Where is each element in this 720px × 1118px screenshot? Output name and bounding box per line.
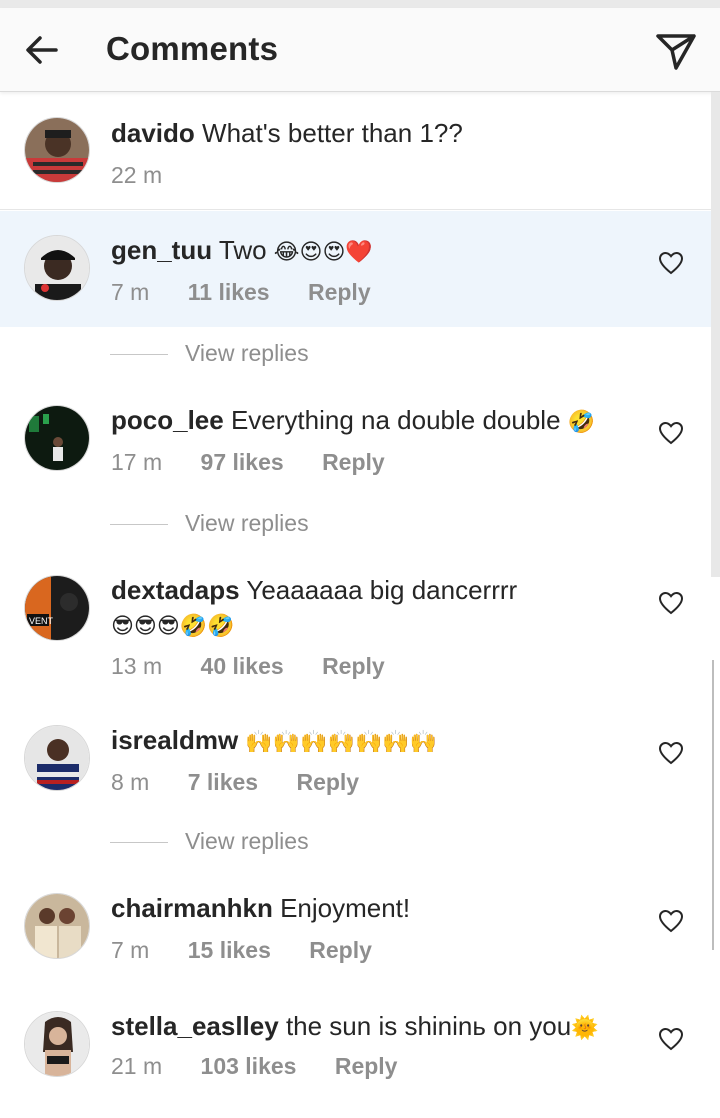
emoji: 🌞 [571, 1015, 599, 1040]
arrow-left-icon [26, 36, 58, 64]
username[interactable]: poco_lee [111, 405, 224, 435]
avatar-text: VENT [29, 616, 54, 626]
comment-meta: 21 m 103 likes Reply [111, 1053, 429, 1080]
likes-count[interactable]: 11 likes [188, 279, 270, 306]
comment-row: chairmanhkn Enjoyment! 7 m 15 likes Repl… [0, 871, 720, 987]
comment-meta: 8 m 7 likes Reply [111, 769, 391, 796]
view-replies-label: View replies [185, 510, 309, 536]
comment-text: gen_tuu Two 😂😍😍❤️ [111, 233, 621, 269]
comment-body: Yeaaaaaa big dancerrrr [246, 575, 518, 605]
timestamp: 7 m [111, 937, 150, 963]
emoji: 🙌🙌🙌🙌🙌🙌🙌 [245, 729, 438, 754]
comment-text: chairmanhkn Enjoyment! [111, 891, 621, 925]
comment-body: Enjoyment! [280, 893, 411, 923]
caption-text: davido What's better than 1?? [111, 116, 621, 150]
comment-text: poco_lee Everything na double double 🤣 [111, 403, 621, 439]
caption: davido What's better than 1?? 22 m [0, 93, 720, 210]
comment-row: gen_tuu Two 😂😍😍❤️ 7 m 11 likes Reply [0, 211, 720, 327]
comment-body: What's better than 1?? [202, 118, 463, 148]
comment-row: isrealdmw 🙌🙌🙌🙌🙌🙌🙌 8 m 7 likes Reply [0, 701, 720, 819]
avatar[interactable] [24, 405, 90, 471]
comment-text: stella_easlley the sun is shininь on you… [111, 1009, 621, 1045]
heart-icon[interactable] [657, 589, 685, 617]
emoji: 🤣 [567, 409, 596, 434]
view-replies-button[interactable]: View replies [110, 828, 410, 858]
heart-icon[interactable] [657, 249, 685, 277]
timestamp: 22 m [111, 162, 163, 188]
comment-row: poco_lee Everything na double double 🤣 1… [0, 381, 720, 497]
header-bar: Comments [0, 8, 720, 92]
reply-button[interactable]: Reply [309, 937, 372, 964]
likes-count[interactable]: 40 likes [201, 653, 284, 680]
comment-meta: 7 m 11 likes Reply [111, 279, 403, 306]
comment-row: VENT dextadaps Yeaaaaaa big dancerrrr 😎😎😎… [0, 551, 720, 701]
username[interactable]: chairmanhkn [111, 893, 273, 923]
username[interactable]: gen_tuu [111, 235, 212, 265]
avatar[interactable]: VENT [24, 575, 90, 641]
avatar[interactable] [24, 117, 90, 183]
comment-meta: 13 m 40 likes Reply [111, 653, 417, 680]
timestamp: 7 m [111, 279, 150, 305]
back-button[interactable] [22, 30, 62, 70]
view-replies-button[interactable]: View replies [110, 340, 410, 370]
comment-body: Two [218, 235, 267, 265]
timestamp: 17 m [111, 449, 163, 475]
view-replies-label: View replies [185, 828, 309, 854]
page-title: Comments [106, 30, 279, 67]
username[interactable]: dextadaps [111, 575, 240, 605]
comment-body: Everything na double double [230, 405, 561, 435]
comment-meta: 7 m 15 likes Reply [111, 937, 404, 964]
comments-list[interactable]: davido What's better than 1?? 22 m gen_t… [0, 93, 720, 1118]
comment-body: the sun is shininь on you [285, 1011, 572, 1041]
likes-count[interactable]: 103 likes [201, 1053, 297, 1080]
reply-button[interactable]: Reply [322, 653, 385, 680]
view-replies-button[interactable]: View replies [110, 510, 410, 540]
comment-text: isrealdmw 🙌🙌🙌🙌🙌🙌🙌 [111, 723, 621, 759]
heart-icon[interactable] [657, 1025, 685, 1053]
comment-meta: 22 m [111, 162, 194, 189]
emoji: 😂😍😍❤️ [273, 239, 373, 264]
timestamp: 8 m [111, 769, 150, 795]
status-bar [0, 0, 720, 8]
reply-button[interactable]: Reply [322, 449, 385, 476]
avatar[interactable] [24, 235, 90, 301]
username[interactable]: stella_easlley [111, 1011, 279, 1041]
comment-meta: 17 m 97 likes Reply [111, 449, 417, 476]
reply-button[interactable]: Reply [296, 769, 359, 796]
username[interactable]: davido [111, 118, 195, 148]
divider [110, 354, 168, 355]
emoji: 😎😎😎🤣🤣 [111, 613, 235, 638]
heart-icon[interactable] [657, 907, 685, 935]
likes-count[interactable]: 97 likes [201, 449, 284, 476]
avatar[interactable] [24, 1011, 90, 1077]
reply-button[interactable]: Reply [308, 279, 371, 306]
view-replies-label: View replies [185, 340, 309, 366]
heart-icon[interactable] [657, 739, 685, 767]
likes-count[interactable]: 7 likes [188, 769, 258, 796]
scrollbar-thumb[interactable] [712, 660, 720, 950]
reply-button[interactable]: Reply [335, 1053, 398, 1080]
divider [110, 842, 168, 843]
divider [110, 524, 168, 525]
heart-icon[interactable] [657, 419, 685, 447]
comment-row: stella_easlley the sun is shininь on you… [0, 989, 720, 1109]
avatar[interactable] [24, 893, 90, 959]
avatar[interactable] [24, 725, 90, 791]
likes-count[interactable]: 15 likes [188, 937, 271, 964]
paper-plane-icon [656, 34, 696, 70]
timestamp: 13 m [111, 653, 163, 679]
share-button[interactable] [652, 28, 698, 74]
scrollbar-track[interactable] [711, 92, 720, 577]
username[interactable]: isrealdmw [111, 725, 238, 755]
timestamp: 21 m [111, 1053, 163, 1079]
comment-text: dextadaps Yeaaaaaa big dancerrrr 😎😎😎🤣🤣 [111, 573, 621, 643]
